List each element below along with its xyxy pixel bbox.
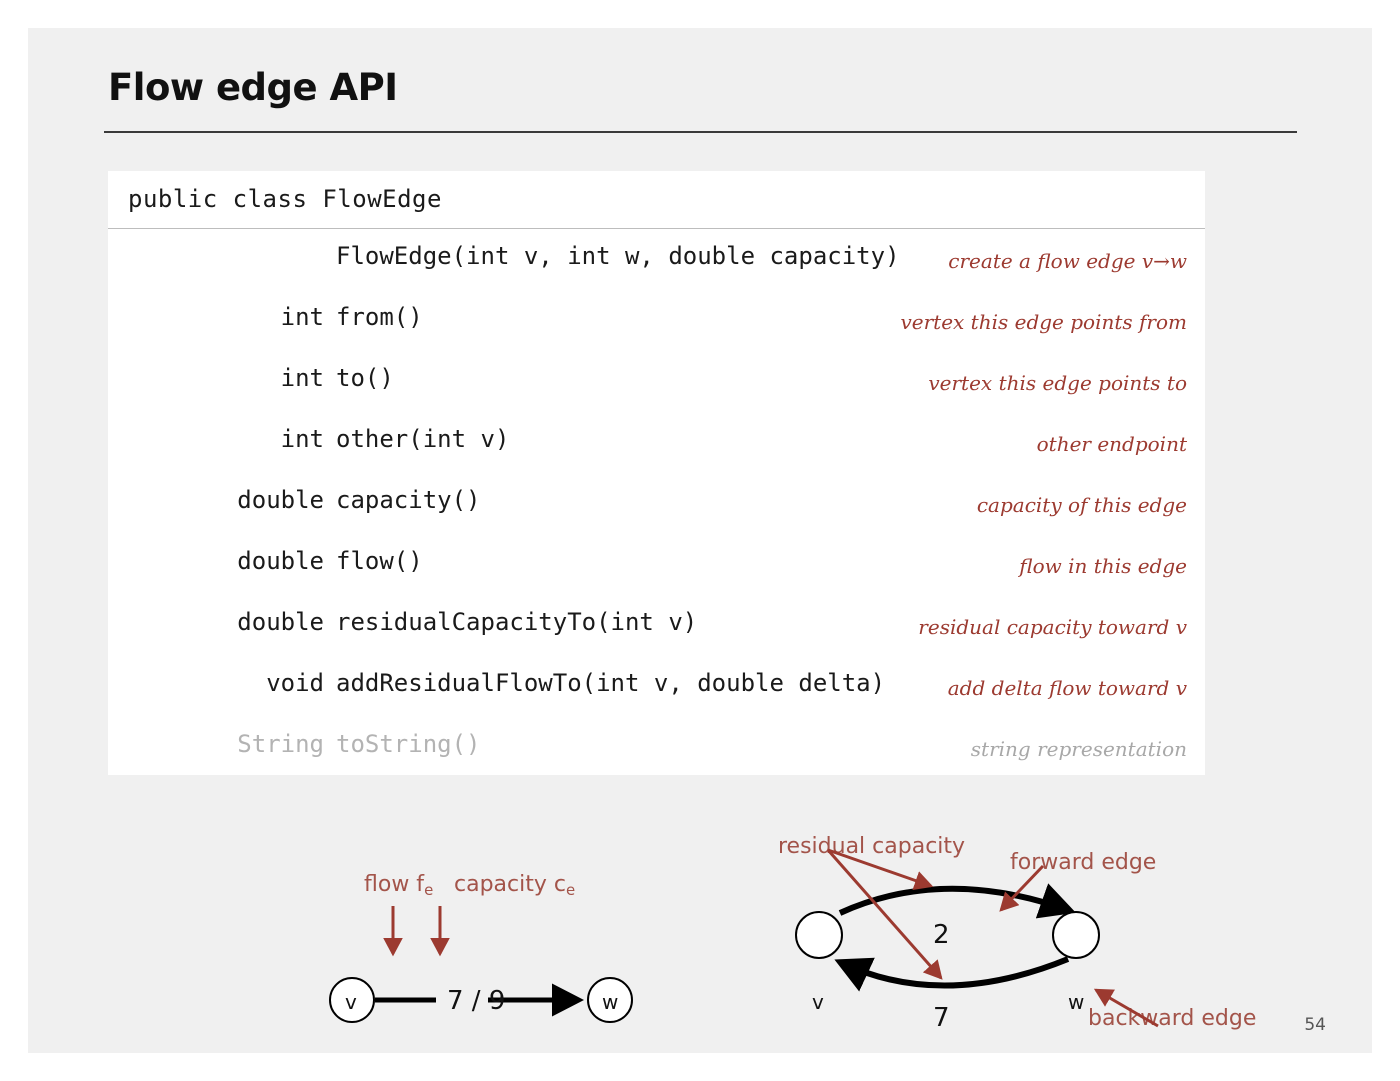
capacity-annotation-label: capacity ce: [454, 872, 576, 900]
forward-residual-value: 2: [933, 920, 950, 950]
api-row: int to() vertex this edge points to: [108, 351, 1205, 412]
api-return-type: int: [280, 364, 324, 392]
flow-edge-diagram-svg: [329, 906, 633, 1023]
page-number: 54: [1304, 1015, 1326, 1035]
page-title: Flow edge API: [108, 66, 398, 109]
api-return-type: double: [237, 486, 324, 514]
api-row: double residualCapacityTo(int v) residual …: [108, 595, 1205, 656]
vertex-v-circle: [795, 911, 843, 959]
api-row: String toString() string representation: [108, 717, 1205, 778]
title-divider: [104, 131, 1297, 133]
api-method-signature: residualCapacityTo(int v): [336, 608, 698, 636]
api-row: double capacity() capacity of this edge: [108, 473, 1205, 534]
api-method-description: other endpoint: [1036, 432, 1187, 456]
backward-edge-pointer: [1093, 988, 1159, 1028]
api-table-header: public class FlowEdge: [108, 171, 1205, 228]
api-return-type: String: [237, 730, 324, 758]
api-method-description: capacity of this edge: [976, 493, 1187, 517]
api-method-description: create a flow edge v→w: [948, 249, 1187, 273]
figure-area: flow fe capacity ce v w 7 / 9 residual c…: [28, 788, 1372, 1053]
api-method-signature: FlowEdge(int v, int w, double capacity): [336, 242, 900, 270]
api-method-description: vertex this edge points to: [928, 371, 1187, 395]
flow-annotation-label: flow fe: [364, 872, 434, 900]
api-return-type: double: [237, 608, 324, 636]
api-method-description: string representation: [970, 737, 1187, 761]
backward-edge-path: [834, 956, 1070, 992]
residual-network-diagram-svg: [795, 848, 1159, 1028]
api-table: public class FlowEdge FlowEdge(int v, in…: [108, 171, 1205, 775]
api-method-signature: flow(): [336, 547, 423, 575]
api-return-type: int: [280, 303, 324, 331]
api-method-description: vertex this edge points from: [900, 310, 1187, 334]
api-method-description: flow in this edge: [1019, 554, 1187, 578]
vertex-label-w: w: [1068, 990, 1085, 1014]
api-row: int other(int v) other endpoint: [108, 412, 1205, 473]
api-row: void addResidualFlowTo(int v, double delt…: [108, 656, 1205, 717]
vertex-w-circle: [1052, 911, 1100, 959]
class-declaration: public class FlowEdge: [128, 185, 442, 213]
api-method-signature: other(int v): [336, 425, 510, 453]
flow-capacity-value: 7 / 9: [447, 986, 506, 1016]
api-method-description: add delta flow toward v: [947, 676, 1187, 700]
api-row: int from() vertex this edge points from: [108, 290, 1205, 351]
api-method-signature: capacity(): [336, 486, 481, 514]
api-return-type: double: [237, 547, 324, 575]
api-return-type: void: [266, 669, 324, 697]
api-row: FlowEdge(int v, int w, double capacity) c…: [108, 229, 1205, 290]
api-method-signature: from(): [336, 303, 423, 331]
backward-residual-value: 7: [933, 1003, 950, 1033]
slide: Flow edge API public class FlowEdge Flow…: [28, 28, 1372, 1053]
api-method-signature: addResidualFlowTo(int v, double delta): [336, 669, 886, 697]
api-method-description: residual capacity toward v: [918, 615, 1187, 639]
vertex-label-w: w: [602, 990, 619, 1014]
api-row: double flow() flow in this edge: [108, 534, 1205, 595]
vertex-label-v: v: [345, 990, 357, 1014]
vertex-label-v: v: [812, 990, 824, 1014]
api-row-list: FlowEdge(int v, int w, double capacity) c…: [108, 229, 1205, 778]
api-method-signature: to(): [336, 364, 394, 392]
api-method-signature: toString(): [336, 730, 481, 758]
api-return-type: int: [280, 425, 324, 453]
